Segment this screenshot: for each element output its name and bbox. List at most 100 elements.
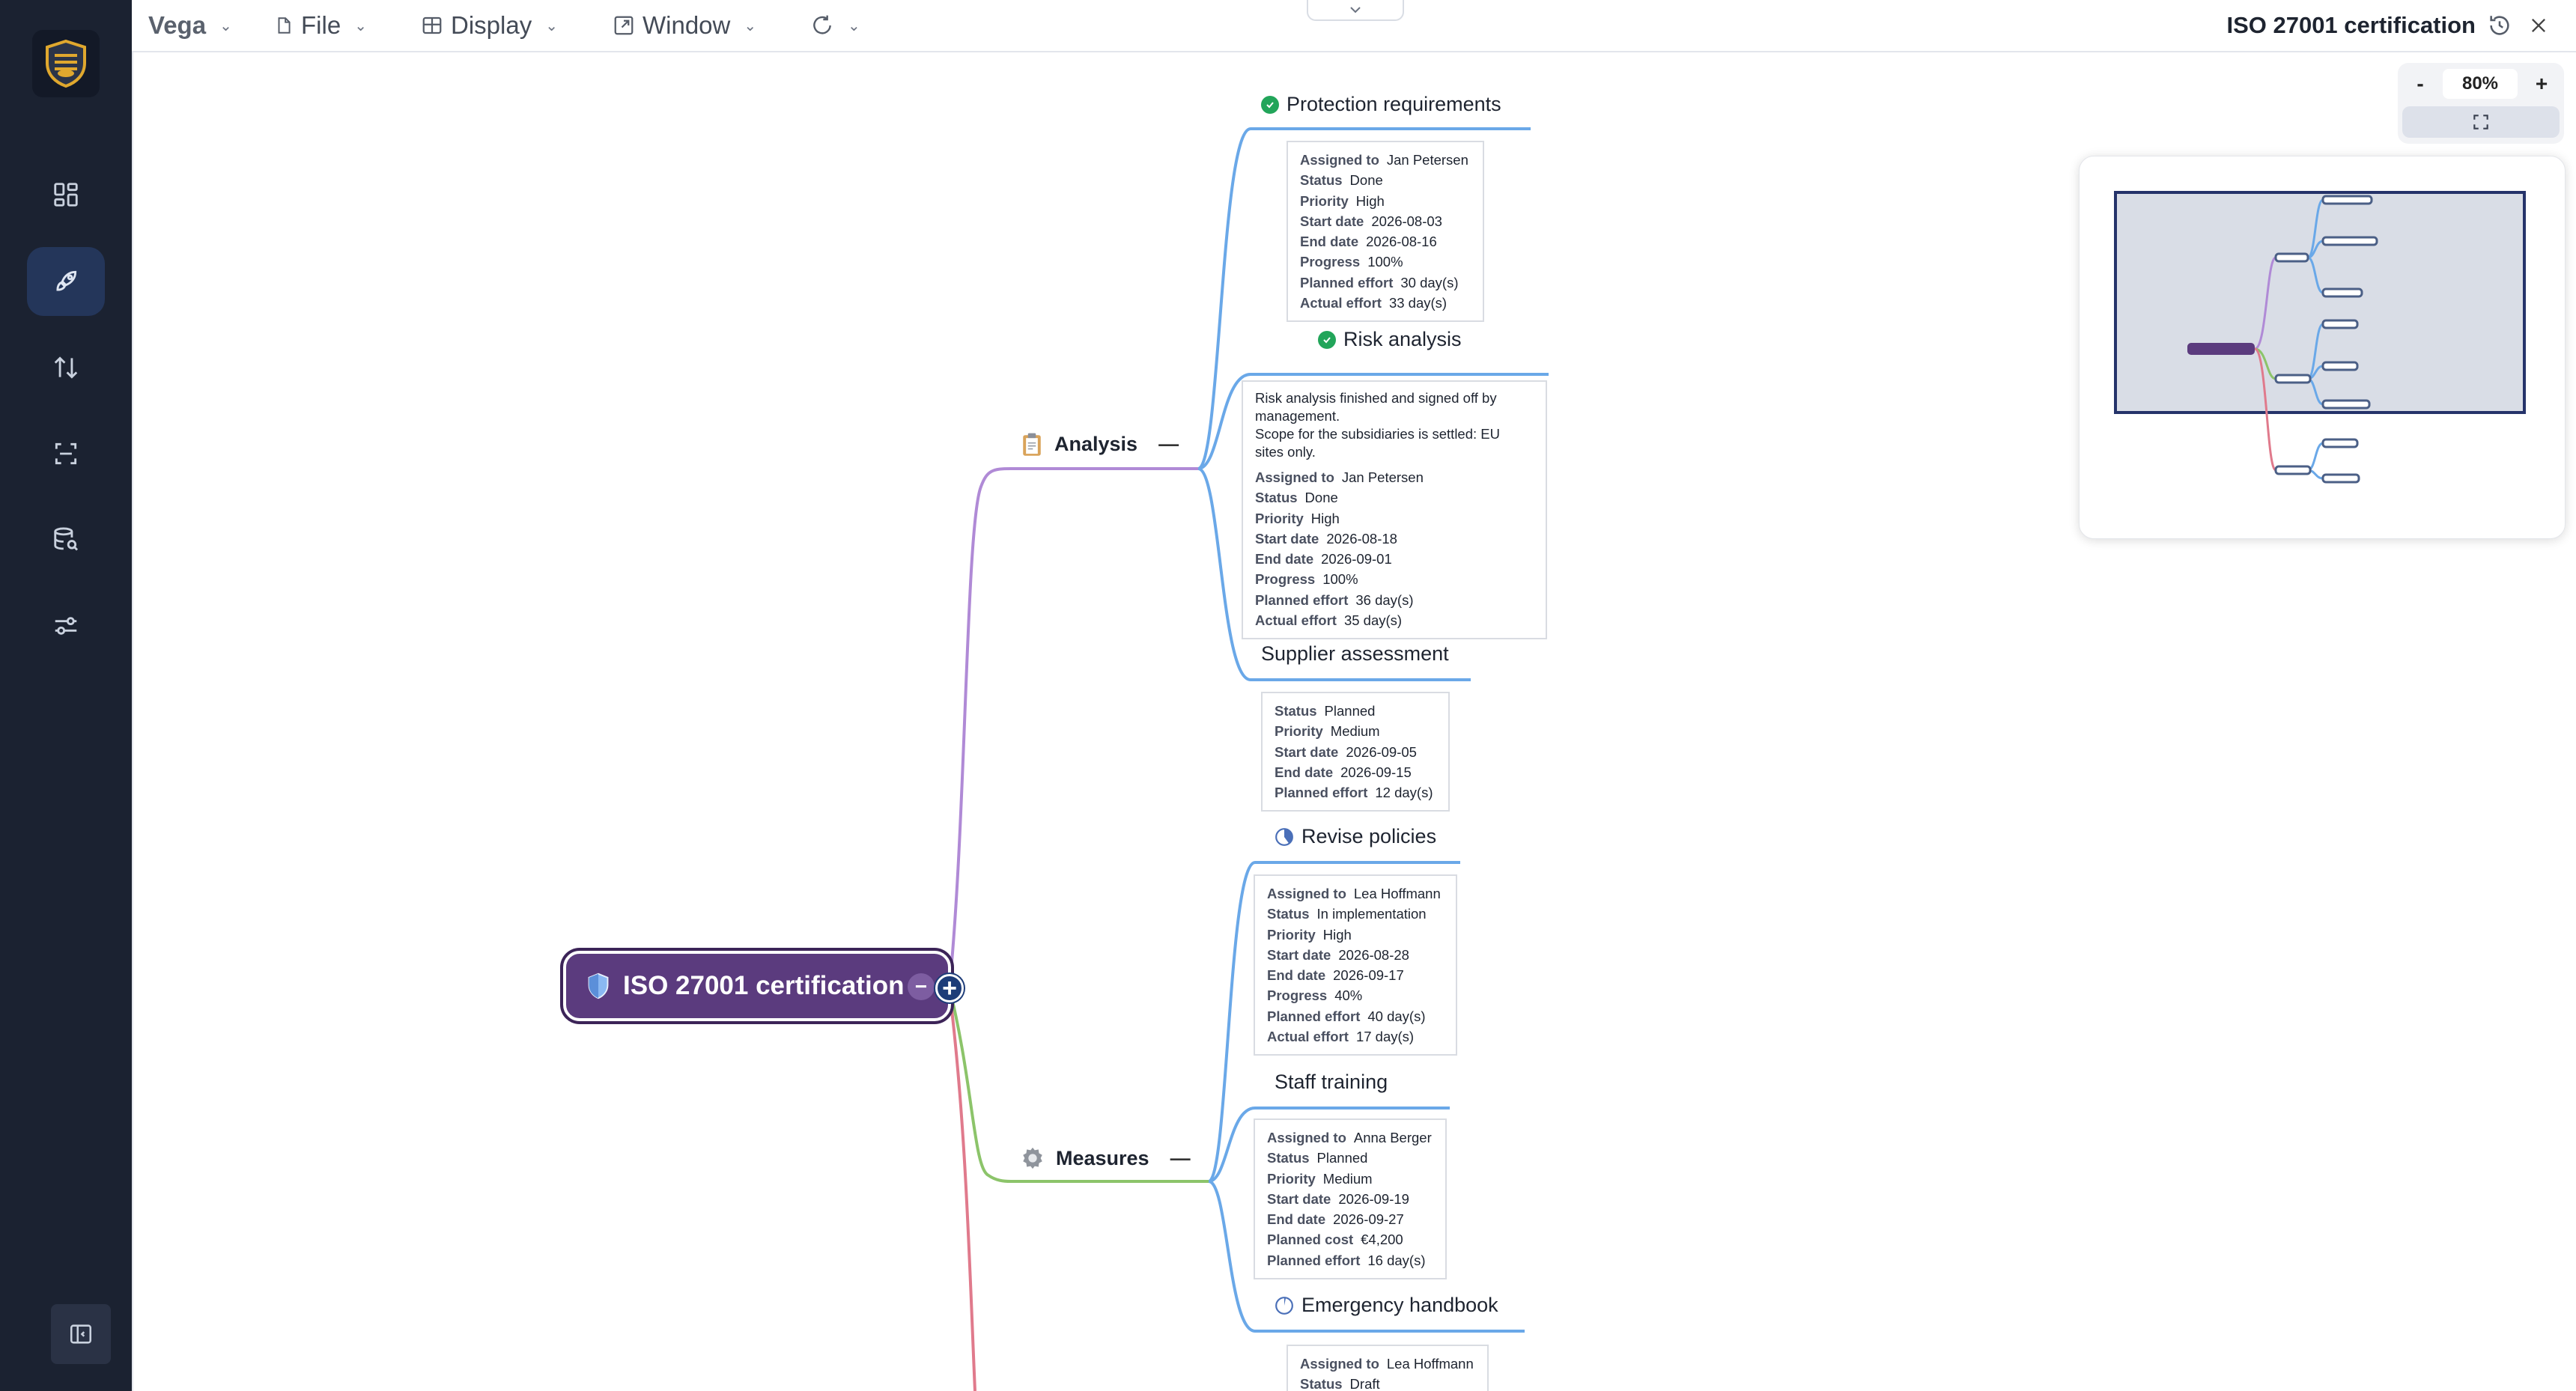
task-field-row: Priority High [1267,925,1444,945]
task-field-row: Planned effort 36 day(s) [1255,590,1534,610]
field-label: Planned effort [1300,274,1394,290]
field-value: 16 day(s) [1367,1252,1426,1268]
field-label: Priority [1300,192,1349,209]
zoom-in-button[interactable]: + [2527,69,2557,99]
task-details-card: Assigned to Anna Berger Status Planned Prior… [1254,1118,1447,1280]
field-label: Start date [1300,213,1364,229]
field-value: 36 day(s) [1355,591,1414,608]
field-value: Lea Hoffmann [1386,1356,1474,1372]
add-node-button[interactable]: + [935,974,964,1002]
task-field-row: Assigned to Jan Petersen [1255,467,1534,487]
root-node[interactable]: ISO 27001 certification − [563,951,951,1021]
task-title: Risk analysis [1343,328,1462,350]
task-supplier-assessment[interactable]: Supplier assessment [1261,642,1449,666]
branch-analysis-label: Analysis [1054,432,1138,455]
task-field-row: Planned effort 40 day(s) [1267,1006,1444,1026]
field-label: Status [1267,906,1310,922]
task-title: Protection requirements [1287,93,1501,115]
field-value: Draft [1349,1376,1380,1391]
fit-to-screen-button[interactable] [2402,106,2560,138]
field-value: 100% [1322,571,1358,588]
field-label: End date [1300,234,1359,250]
task-field-row: End date 2026-08-16 [1300,231,1471,252]
branch-measures[interactable]: Measures — [1020,1145,1191,1171]
field-value: 2026-09-27 [1333,1211,1404,1228]
field-label: Assigned to [1300,1356,1379,1372]
progress-pie-icon [1275,1296,1293,1315]
task-title: Emergency handbook [1301,1294,1498,1316]
task-emergency-handbook[interactable]: Emergency handbook [1275,1294,1498,1317]
task-field-row: Status In implementation [1267,904,1444,924]
field-label: Start date [1267,946,1331,963]
task-risk-analysis[interactable]: Risk analysis [1318,328,1462,351]
task-field-row: Actual effort 33 day(s) [1300,293,1471,313]
branch-analysis[interactable]: Analysis — [1020,431,1179,457]
field-label: End date [1255,551,1314,567]
field-value: 33 day(s) [1388,295,1448,311]
field-label: Assigned to [1267,886,1346,901]
task-details-card: Status Planned Priority Medium Start date 202… [1261,692,1450,812]
field-label: Planned effort [1255,591,1349,608]
collapse-analysis-button[interactable]: — [1158,433,1179,456]
task-field-row: Assigned to Jan Petersen [1300,150,1471,170]
field-label: Start date [1267,1190,1331,1207]
collapse-measures-button[interactable]: — [1170,1147,1191,1170]
field-value: 17 day(s) [1355,1029,1415,1045]
field-label: Start date [1255,530,1319,547]
minimap-preview [2187,195,2378,484]
field-label: Progress [1255,571,1316,588]
field-label: Priority [1267,1170,1316,1187]
field-value: 2026-08-28 [1338,946,1409,963]
task-title: Supplier assessment [1261,642,1449,665]
field-label: Planned effort [1275,785,1368,801]
task-field-row: Actual effort 35 day(s) [1255,610,1534,630]
field-value: 2026-08-18 [1326,530,1397,547]
clipboard-icon [1023,433,1041,456]
collapse-root-button[interactable]: − [908,973,935,1000]
task-field-row: End date 2026-09-15 [1275,762,1436,782]
field-label: Status [1300,1376,1343,1391]
field-value: Jan Petersen [1341,469,1424,485]
field-value: Jan Petersen [1386,152,1468,168]
field-label: End date [1267,967,1326,984]
task-field-row: Status Planned [1267,1148,1433,1168]
minimap[interactable] [2079,156,2566,539]
task-field-row: Assigned to Anna Berger [1267,1127,1433,1148]
zoom-out-button[interactable]: - [2405,69,2435,99]
task-field-row: Planned effort 16 day(s) [1267,1250,1433,1270]
field-value: 12 day(s) [1375,785,1433,801]
progress-pie-icon [1275,827,1293,846]
task-field-row: End date 2026-09-17 [1267,965,1444,985]
task-field-row: Priority Medium [1275,721,1436,741]
field-label: Status [1255,490,1298,506]
field-value: 2026-09-05 [1346,743,1417,760]
field-label: Status [1275,703,1317,719]
task-details-card: Assigned to Lea Hoffmann Status Draft [1287,1345,1489,1391]
gear-icon [1023,1147,1042,1169]
task-protection-requirements[interactable]: Protection requirements [1261,93,1501,116]
field-label: Start date [1275,743,1339,760]
task-title: Revise policies [1301,825,1437,847]
task-field-row: End date 2026-09-27 [1267,1209,1433,1229]
field-label: Actual effort [1255,612,1337,629]
task-revise-policies[interactable]: Revise policies [1275,825,1436,848]
task-staff-training[interactable]: Staff training [1275,1071,1388,1094]
task-field-row: Assigned to Lea Hoffmann [1267,883,1444,904]
field-value: Medium [1322,1170,1373,1187]
field-value: 2026-09-17 [1333,967,1404,984]
field-label: Assigned to [1300,152,1379,168]
task-field-row: Start date 2026-08-03 [1300,211,1471,231]
task-field-row: Status Draft [1300,1374,1475,1391]
field-label: Priority [1267,926,1316,943]
field-label: Planned effort [1267,1252,1361,1268]
field-label: End date [1275,764,1334,780]
task-field-row: Planned cost €4,200 [1267,1229,1433,1250]
zoom-controls: - 80% + [2398,63,2564,144]
root-label: ISO 27001 certification [623,971,905,1000]
task-title: Staff training [1275,1071,1388,1093]
field-value: Anna Berger [1353,1130,1432,1145]
analysis-connector [948,467,1198,987]
field-label: Assigned to [1255,469,1334,485]
field-label: Progress [1300,254,1361,270]
task-field-row: Planned effort 12 day(s) [1275,782,1436,803]
